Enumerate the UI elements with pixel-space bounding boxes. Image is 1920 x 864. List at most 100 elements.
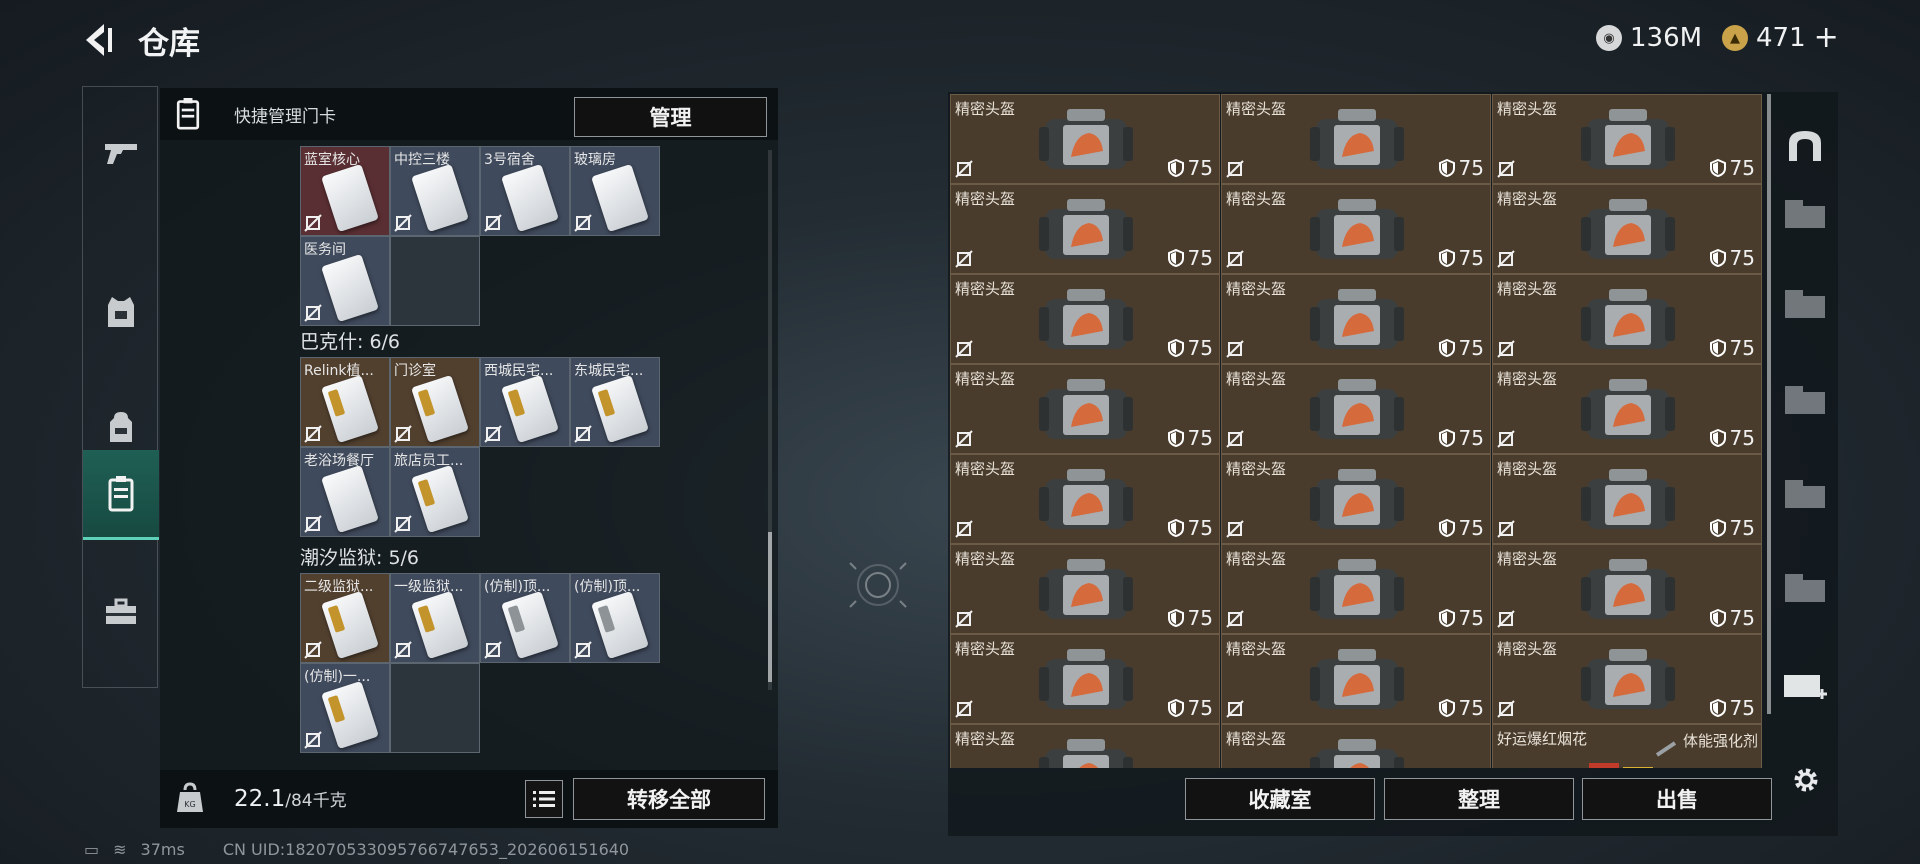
storage-item[interactable]: 精密头盔 75: [950, 364, 1220, 454]
keycard-slot[interactable]: 二级监狱...: [300, 573, 390, 663]
armor-value: 75: [1729, 246, 1755, 270]
back-arrow-icon[interactable]: [82, 20, 116, 60]
no-insure-icon: [1226, 700, 1244, 718]
ping-value: 37ms: [140, 840, 185, 859]
shield-icon: [1167, 249, 1184, 267]
helmet-case-icon: [1310, 289, 1404, 349]
keycard-slot[interactable]: 门诊室: [390, 357, 480, 447]
helmet-case-icon: [1039, 559, 1133, 619]
shield-icon: [1438, 249, 1455, 267]
add-currency-button[interactable]: +: [1814, 23, 1839, 53]
keycard-name: 蓝室核心: [304, 152, 360, 168]
shield-icon: [1709, 519, 1726, 537]
helmet-case-icon: [1310, 559, 1404, 619]
nav-armor[interactable]: [83, 267, 159, 357]
organize-button[interactable]: 整理: [1384, 778, 1574, 820]
keycard-slot[interactable]: 旅店员工...: [390, 447, 480, 537]
storage-item[interactable]: 精密头盔 75: [1221, 184, 1491, 274]
nav-weapons[interactable]: [83, 107, 159, 197]
currency-2-value: 471: [1756, 23, 1806, 53]
no-insure-icon: [574, 425, 592, 443]
keycard-slot[interactable]: 西城民宅...: [480, 357, 570, 447]
keycard-slot[interactable]: 医务间: [300, 236, 390, 326]
storage-tab-main[interactable]: [1778, 120, 1832, 170]
item-armor-value: 75: [1167, 336, 1213, 360]
shield-icon: [1167, 429, 1184, 447]
storage-tab-4[interactable]: [1778, 374, 1832, 424]
storage-item[interactable]: 精密头盔 75: [950, 634, 1220, 724]
storage-tab-3[interactable]: [1778, 278, 1832, 328]
storage-item[interactable]: 精密头盔 75: [1492, 634, 1762, 724]
storage-item[interactable]: 精密头盔 75: [1492, 184, 1762, 274]
storage-item[interactable]: 精密头盔 75: [1492, 94, 1762, 184]
item-armor-value: 75: [1167, 516, 1213, 540]
storage-item[interactable]: 精密头盔 75: [1221, 274, 1491, 364]
keycard-icon: [411, 464, 469, 534]
storage-item[interactable]: 精密头盔 75: [1492, 544, 1762, 634]
item-armor-value: 75: [1438, 696, 1484, 720]
transfer-all-button[interactable]: 转移全部: [573, 778, 765, 820]
helmet-case-icon: [1039, 649, 1133, 709]
no-insure-icon: [1226, 160, 1244, 178]
scroll-thumb[interactable]: [768, 532, 772, 682]
left-scrollbar[interactable]: [768, 150, 772, 690]
storage-item[interactable]: 精密头盔 75: [950, 184, 1220, 274]
keycard-slot[interactable]: (仿制)顶...: [570, 573, 660, 663]
storage-item[interactable]: 精密头盔 75: [950, 94, 1220, 184]
nav-toolbox[interactable]: [83, 567, 159, 657]
shield-icon: [1167, 159, 1184, 177]
storage-item[interactable]: 精密头盔 75: [1492, 454, 1762, 544]
keycard-slot[interactable]: Relink植...: [300, 357, 390, 447]
item-name: 精密头盔: [1497, 640, 1558, 658]
empty-slot[interactable]: [390, 236, 480, 326]
keycard-slot[interactable]: 老浴场餐厅: [300, 447, 390, 537]
shield-icon: [1438, 429, 1455, 447]
keycard-slot[interactable]: 蓝室核心: [300, 146, 390, 236]
collection-room-button[interactable]: 收藏室: [1185, 778, 1375, 820]
storage-item[interactable]: 精密头盔 75: [1221, 94, 1491, 184]
add-storage-button[interactable]: [1778, 658, 1832, 708]
helmet-case-icon: [1039, 289, 1133, 349]
storage-item[interactable]: 精密头盔 75: [1221, 544, 1491, 634]
storage-item[interactable]: 精密头盔 75: [1221, 364, 1491, 454]
storage-item[interactable]: 精密头盔 75: [1221, 634, 1491, 724]
storage-tab-5[interactable]: [1778, 468, 1832, 518]
keycard-slot[interactable]: 东城民宅...: [570, 357, 660, 447]
storage-item[interactable]: 精密头盔 75: [1492, 364, 1762, 454]
manage-button[interactable]: 管理: [574, 97, 767, 137]
item-name: 精密头盔: [955, 730, 1016, 748]
keycard-slot[interactable]: 中控三楼: [390, 146, 480, 236]
storage-item[interactable]: 精密头盔 75: [950, 274, 1220, 364]
keycard-icon: [321, 374, 379, 444]
keycard-slot[interactable]: 3号宿舍: [480, 146, 570, 236]
armor-value: 75: [1729, 696, 1755, 720]
keycard-name: 老浴场餐厅: [304, 453, 374, 469]
armor-value: 75: [1187, 426, 1213, 450]
armor-value: 75: [1729, 606, 1755, 630]
keycard-slot[interactable]: (仿制)顶...: [480, 573, 570, 663]
storage-item[interactable]: 精密头盔 75: [950, 544, 1220, 634]
storage-item[interactable]: 精密头盔 75: [950, 454, 1220, 544]
list-view-button[interactable]: [525, 780, 563, 818]
keycard-slot[interactable]: 一级监狱...: [390, 573, 480, 663]
settings-gear-icon[interactable]: [1790, 764, 1822, 796]
storage-item[interactable]: 精密头盔 75: [1492, 274, 1762, 364]
shield-icon: [1167, 699, 1184, 717]
status-bar: ▭ ≋ 37ms CN UID:1820705330957667476​53_2…: [84, 840, 629, 859]
sell-button[interactable]: 出售: [1582, 778, 1772, 820]
storage-item[interactable]: 精密头盔: [950, 724, 1220, 768]
page-title: 仓库: [138, 26, 200, 62]
storage-item[interactable]: 精密头盔 75: [1221, 454, 1491, 544]
item-armor-value: 75: [1438, 426, 1484, 450]
keycard-slot[interactable]: (仿制)一...: [300, 663, 390, 753]
empty-slot[interactable]: [390, 663, 480, 753]
storage-tab-2[interactable]: [1778, 188, 1832, 238]
keycard-name: 3号宿舍: [484, 152, 535, 168]
storage-tab-6[interactable]: [1778, 562, 1832, 612]
shield-icon: [1709, 339, 1726, 357]
nav-keycards[interactable]: [83, 450, 159, 540]
item-armor-value: 75: [1709, 696, 1755, 720]
keycard-slot[interactable]: 玻璃房: [570, 146, 660, 236]
storage-item[interactable]: 精密头盔: [1221, 724, 1491, 768]
keycard-icon: [591, 590, 649, 660]
